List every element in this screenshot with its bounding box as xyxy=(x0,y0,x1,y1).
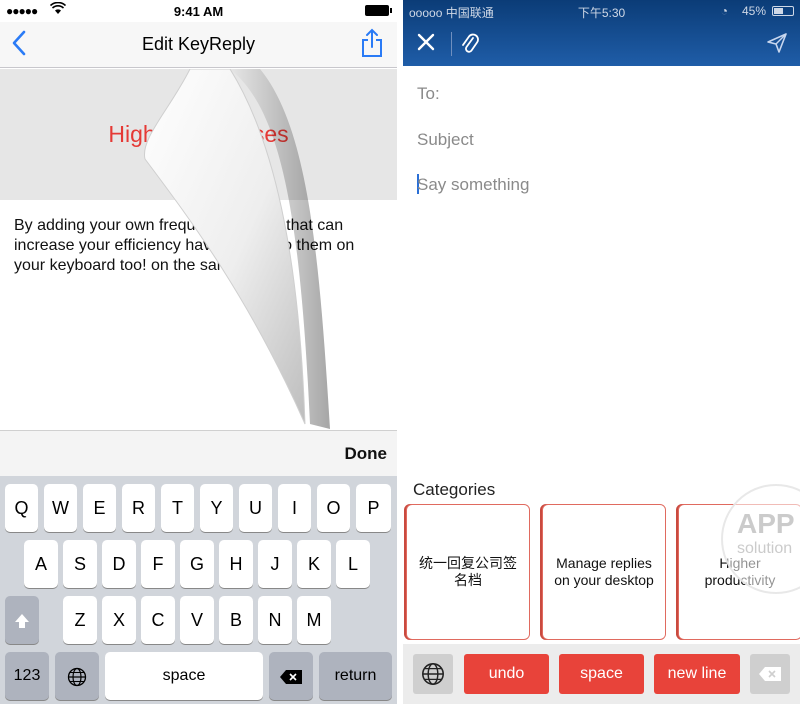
space-button[interactable]: space xyxy=(559,654,644,694)
shift-icon xyxy=(15,614,29,629)
key-e[interactable]: E xyxy=(83,484,116,532)
key-h[interactable]: H xyxy=(219,540,253,588)
key-i[interactable]: I xyxy=(278,484,311,532)
key-d[interactable]: D xyxy=(102,540,136,588)
status-time: 下午5:30 xyxy=(577,6,626,20)
key-u[interactable]: U xyxy=(239,484,272,532)
globe-icon xyxy=(67,668,87,687)
globe-key[interactable] xyxy=(55,652,99,700)
category-card[interactable]: 统一回复公司签名档 xyxy=(406,504,530,640)
key-z[interactable]: Z xyxy=(63,596,97,644)
key-y[interactable]: Y xyxy=(200,484,233,532)
backspace-key[interactable] xyxy=(269,652,313,700)
key-w[interactable]: W xyxy=(44,484,77,532)
backspace-icon xyxy=(280,670,302,685)
key-q[interactable]: Q xyxy=(5,484,38,532)
status-bar: ●●●●● 9:41 AM xyxy=(0,0,397,22)
left-phone-screen: ●●●●● 9:41 AM Edit KeyReply Higher respo… xyxy=(0,0,397,704)
key-o[interactable]: O xyxy=(317,484,350,532)
toolbar-separator xyxy=(451,32,452,56)
space-key[interactable]: space xyxy=(105,652,263,700)
compose-toolbar xyxy=(403,22,800,66)
right-phone-screen: ooooo 中国联通 下午5:30 ◔ 45% To: Subject Say … xyxy=(403,0,800,704)
key-p[interactable]: P xyxy=(356,484,391,532)
done-button[interactable]: Done xyxy=(345,444,388,464)
key-f[interactable]: F xyxy=(141,540,175,588)
backspace-key[interactable] xyxy=(750,654,790,694)
new-line-button[interactable]: new line xyxy=(654,654,740,694)
keyboard: Q W E R T Y U I O P A S D F G H J K L Z … xyxy=(0,476,397,704)
battery-icon xyxy=(772,6,794,16)
to-field[interactable]: To: xyxy=(417,84,440,104)
battery-icon xyxy=(365,5,392,16)
send-icon[interactable] xyxy=(766,32,788,59)
key-b[interactable]: B xyxy=(219,596,253,644)
banner-text: Higher responses xyxy=(108,121,289,147)
page-title: Edit KeyReply xyxy=(141,34,256,54)
key-c[interactable]: C xyxy=(141,596,175,644)
key-t[interactable]: T xyxy=(161,484,194,532)
nav-bar: Edit KeyReply xyxy=(0,22,397,68)
key-n[interactable]: N xyxy=(258,596,292,644)
body-field[interactable]: Say something xyxy=(417,174,529,195)
undo-button[interactable]: undo xyxy=(464,654,549,694)
numbers-key[interactable]: 123 xyxy=(5,652,49,700)
return-key[interactable]: return xyxy=(319,652,392,700)
backspace-icon xyxy=(759,667,781,681)
categories-title: Categories xyxy=(413,480,496,499)
key-s[interactable]: S xyxy=(63,540,97,588)
key-v[interactable]: V xyxy=(180,596,214,644)
status-bar: ooooo 中国联通 下午5:30 ◔ 45% xyxy=(403,0,800,22)
key-l[interactable]: L xyxy=(336,540,370,588)
key-g[interactable]: G xyxy=(180,540,214,588)
shift-key[interactable] xyxy=(5,596,39,644)
key-x[interactable]: X xyxy=(102,596,136,644)
key-a[interactable]: A xyxy=(24,540,58,588)
keyboard-toolbar: Done xyxy=(0,430,397,476)
close-icon[interactable] xyxy=(416,32,436,57)
keyreply-bar: undo space new line xyxy=(403,644,800,704)
key-r[interactable]: R xyxy=(122,484,155,532)
category-card[interactable]: Manage replies on your desktop xyxy=(542,504,666,640)
compose-header: ooooo 中国联通 下午5:30 ◔ 45% xyxy=(403,0,800,66)
share-icon[interactable] xyxy=(361,28,383,63)
key-k[interactable]: K xyxy=(297,540,331,588)
subject-field[interactable]: Subject xyxy=(417,130,474,150)
key-j[interactable]: J xyxy=(258,540,292,588)
paperclip-icon[interactable] xyxy=(461,32,479,61)
rotation-lock-icon: ◔ xyxy=(720,4,728,18)
globe-icon xyxy=(422,663,444,685)
preview-banner: Higher responses xyxy=(0,69,397,200)
key-m[interactable]: M xyxy=(297,596,331,644)
keyreply-body-text[interactable]: By adding your own frequently means that… xyxy=(14,216,374,276)
battery-percent: 45% xyxy=(741,4,766,18)
status-time: 9:41 AM xyxy=(173,4,224,19)
body-placeholder: Say something xyxy=(417,175,530,194)
globe-key[interactable] xyxy=(413,654,453,694)
